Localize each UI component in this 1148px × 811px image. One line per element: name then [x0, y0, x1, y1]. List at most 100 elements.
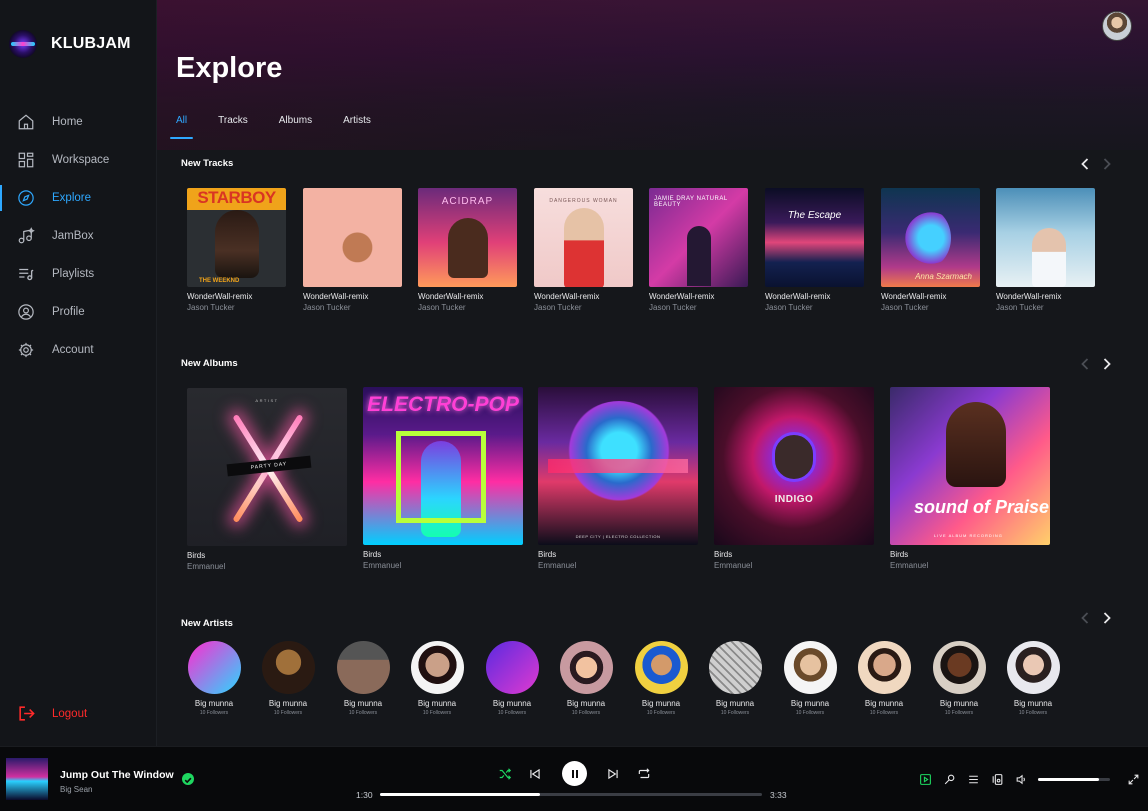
sidebar-item-account[interactable]: Account [0, 331, 157, 369]
prev-arrow-button[interactable] [1081, 357, 1089, 370]
next-arrow-button[interactable] [1103, 157, 1111, 170]
user-circle-icon [18, 304, 34, 320]
liked-check-icon[interactable] [182, 773, 194, 785]
new-artists-carousel-controls [1081, 611, 1111, 624]
album-card[interactable]: ARTIST PARTY DAY Birds Emmanuel [187, 388, 347, 571]
track-title: WonderWall-remix [881, 292, 947, 301]
cover-text: DANGEROUS WOMAN [549, 198, 618, 204]
sidebar-item-jambox[interactable]: JamBox [0, 217, 157, 255]
sidebar-item-home[interactable]: Home [0, 103, 157, 141]
track-card[interactable]: DANGEROUS WOMAN WonderWall-remix Jason T… [534, 188, 633, 312]
repeat-button[interactable] [636, 766, 652, 782]
logout-button[interactable]: Logout [17, 704, 87, 723]
section-title-new-tracks: New Tracks [181, 158, 234, 169]
avatar[interactable] [1102, 11, 1132, 41]
prev-arrow-button[interactable] [1081, 611, 1089, 624]
chevron-left-icon [1081, 612, 1089, 624]
playlist-icon [19, 268, 34, 281]
cover-figure [687, 226, 711, 286]
now-playing-title[interactable]: Jump Out The Window [60, 769, 174, 781]
progress-bar[interactable] [380, 793, 762, 796]
sidebar-item-playlists[interactable]: Playlists [0, 255, 157, 293]
artist-card[interactable]: Big munna 10 Followers [782, 641, 838, 716]
album-cover: ELECTRO-POP [363, 387, 523, 545]
brand[interactable]: KLUBJAM [9, 30, 131, 58]
device-icon [992, 773, 1002, 785]
connect-device-button[interactable] [990, 772, 1004, 786]
artist-card[interactable]: Big munna 10 Followers [484, 641, 540, 716]
lyrics-button[interactable] [942, 772, 956, 786]
volume-slider[interactable] [1038, 777, 1110, 781]
track-card[interactable]: WonderWall-remix Jason Tucker [996, 188, 1095, 312]
artist-card[interactable]: Big munna 10 Followers [335, 641, 391, 716]
artist-card[interactable]: Big munna 10 Followers [1005, 641, 1061, 716]
album-card[interactable]: ELECTRO-POP Birds Emmanuel [363, 387, 523, 570]
tab-all[interactable]: All [169, 115, 194, 139]
track-card[interactable]: WonderWall-remix Jason Tucker [303, 188, 402, 312]
cover-text: sound of Praise [914, 497, 1050, 517]
cover-figure [564, 401, 674, 511]
track-card[interactable]: ACIDRAP WonderWall-remix Jason Tucker [418, 188, 517, 312]
brand-name: KLUBJAM [51, 35, 131, 52]
cover-top-text: ARTIST [255, 398, 279, 403]
player-extra-controls [918, 772, 1140, 786]
queue-button[interactable] [966, 772, 980, 786]
track-artist: Jason Tucker [303, 303, 351, 312]
fullscreen-button[interactable] [1126, 772, 1140, 786]
previous-button[interactable] [527, 766, 543, 782]
track-card[interactable]: Anna Szarmach WonderWall-remix Jason Tuc… [881, 188, 980, 312]
artist-card[interactable]: Big munna 10 Followers [633, 641, 689, 716]
shuffle-button[interactable] [497, 766, 513, 782]
track-card[interactable]: The Escape WonderWall-remix Jason Tucker [765, 188, 864, 312]
tab-tracks[interactable]: Tracks [218, 115, 248, 134]
volume-button[interactable] [1014, 772, 1028, 786]
artist-name: Big munna [939, 699, 979, 708]
artist-followers: 10 Followers [1018, 710, 1048, 716]
cover-text: STARBOY [197, 188, 276, 207]
album-title: Birds [890, 550, 909, 559]
sidebar-item-explore[interactable]: Explore [0, 179, 157, 217]
artist-avatar [336, 641, 390, 694]
now-playing-view-button[interactable] [918, 772, 932, 786]
now-playing-cover[interactable] [6, 758, 48, 800]
sidebar-item-workspace[interactable]: Workspace [0, 141, 157, 179]
next-arrow-button[interactable] [1103, 357, 1111, 370]
track-card[interactable]: JAMIE DRAY NATURAL BEAUTY WonderWall-rem… [649, 188, 748, 312]
artist-avatar [857, 641, 911, 694]
now-playing-artist[interactable]: Big Sean [60, 785, 92, 794]
artist-card[interactable]: Big munna 10 Followers [931, 641, 987, 716]
tab-artists[interactable]: Artists [343, 115, 371, 134]
artist-name: Big munna [1013, 699, 1053, 708]
artist-card[interactable]: Big munna 10 Followers [856, 641, 912, 716]
artist-card[interactable]: Big munna 10 Followers [260, 641, 316, 716]
prev-arrow-button[interactable] [1081, 157, 1089, 170]
track-cover: STARBOY THE WEEKND [187, 188, 286, 287]
track-artist: Jason Tucker [418, 303, 466, 312]
sidebar-item-label: Profile [52, 306, 85, 318]
tab-albums[interactable]: Albums [279, 115, 312, 134]
volume-fill [1038, 777, 1100, 781]
pause-button[interactable] [562, 761, 587, 786]
pause-icon [571, 769, 578, 778]
artist-card[interactable]: Big munna 10 Followers [186, 641, 242, 716]
album-card[interactable]: sound of Praise LIVE ALBUM RECORDING Bir… [890, 387, 1050, 570]
cover-text: INDIGO [774, 494, 814, 505]
album-card[interactable]: DEEP CITY | ELECTRO COLLECTION Birds Emm… [538, 387, 698, 570]
next-button[interactable] [605, 766, 621, 782]
album-cover: sound of Praise LIVE ALBUM RECORDING [890, 387, 1050, 545]
artist-name: Big munna [790, 699, 830, 708]
album-card[interactable]: INDIGO Birds Emmanuel [714, 387, 874, 570]
sidebar-item-profile[interactable]: Profile [0, 293, 157, 331]
artist-card[interactable]: Big munna 10 Followers [409, 641, 465, 716]
track-card[interactable]: STARBOY THE WEEKND WonderWall-remix Jason… [187, 188, 286, 312]
artist-card[interactable]: Big munna 10 Followers [558, 641, 614, 716]
track-title: WonderWall-remix [765, 292, 831, 301]
artist-name: Big munna [641, 699, 681, 708]
artist-avatar [708, 641, 762, 694]
cover-stripe [548, 459, 688, 473]
chevron-right-icon [1103, 358, 1111, 370]
artist-card[interactable]: Big munna 10 Followers [707, 641, 763, 716]
artist-name: Big munna [566, 699, 606, 708]
main-content: Explore All Tracks Albums Artists New Tr… [157, 0, 1148, 746]
next-arrow-button[interactable] [1103, 611, 1111, 624]
